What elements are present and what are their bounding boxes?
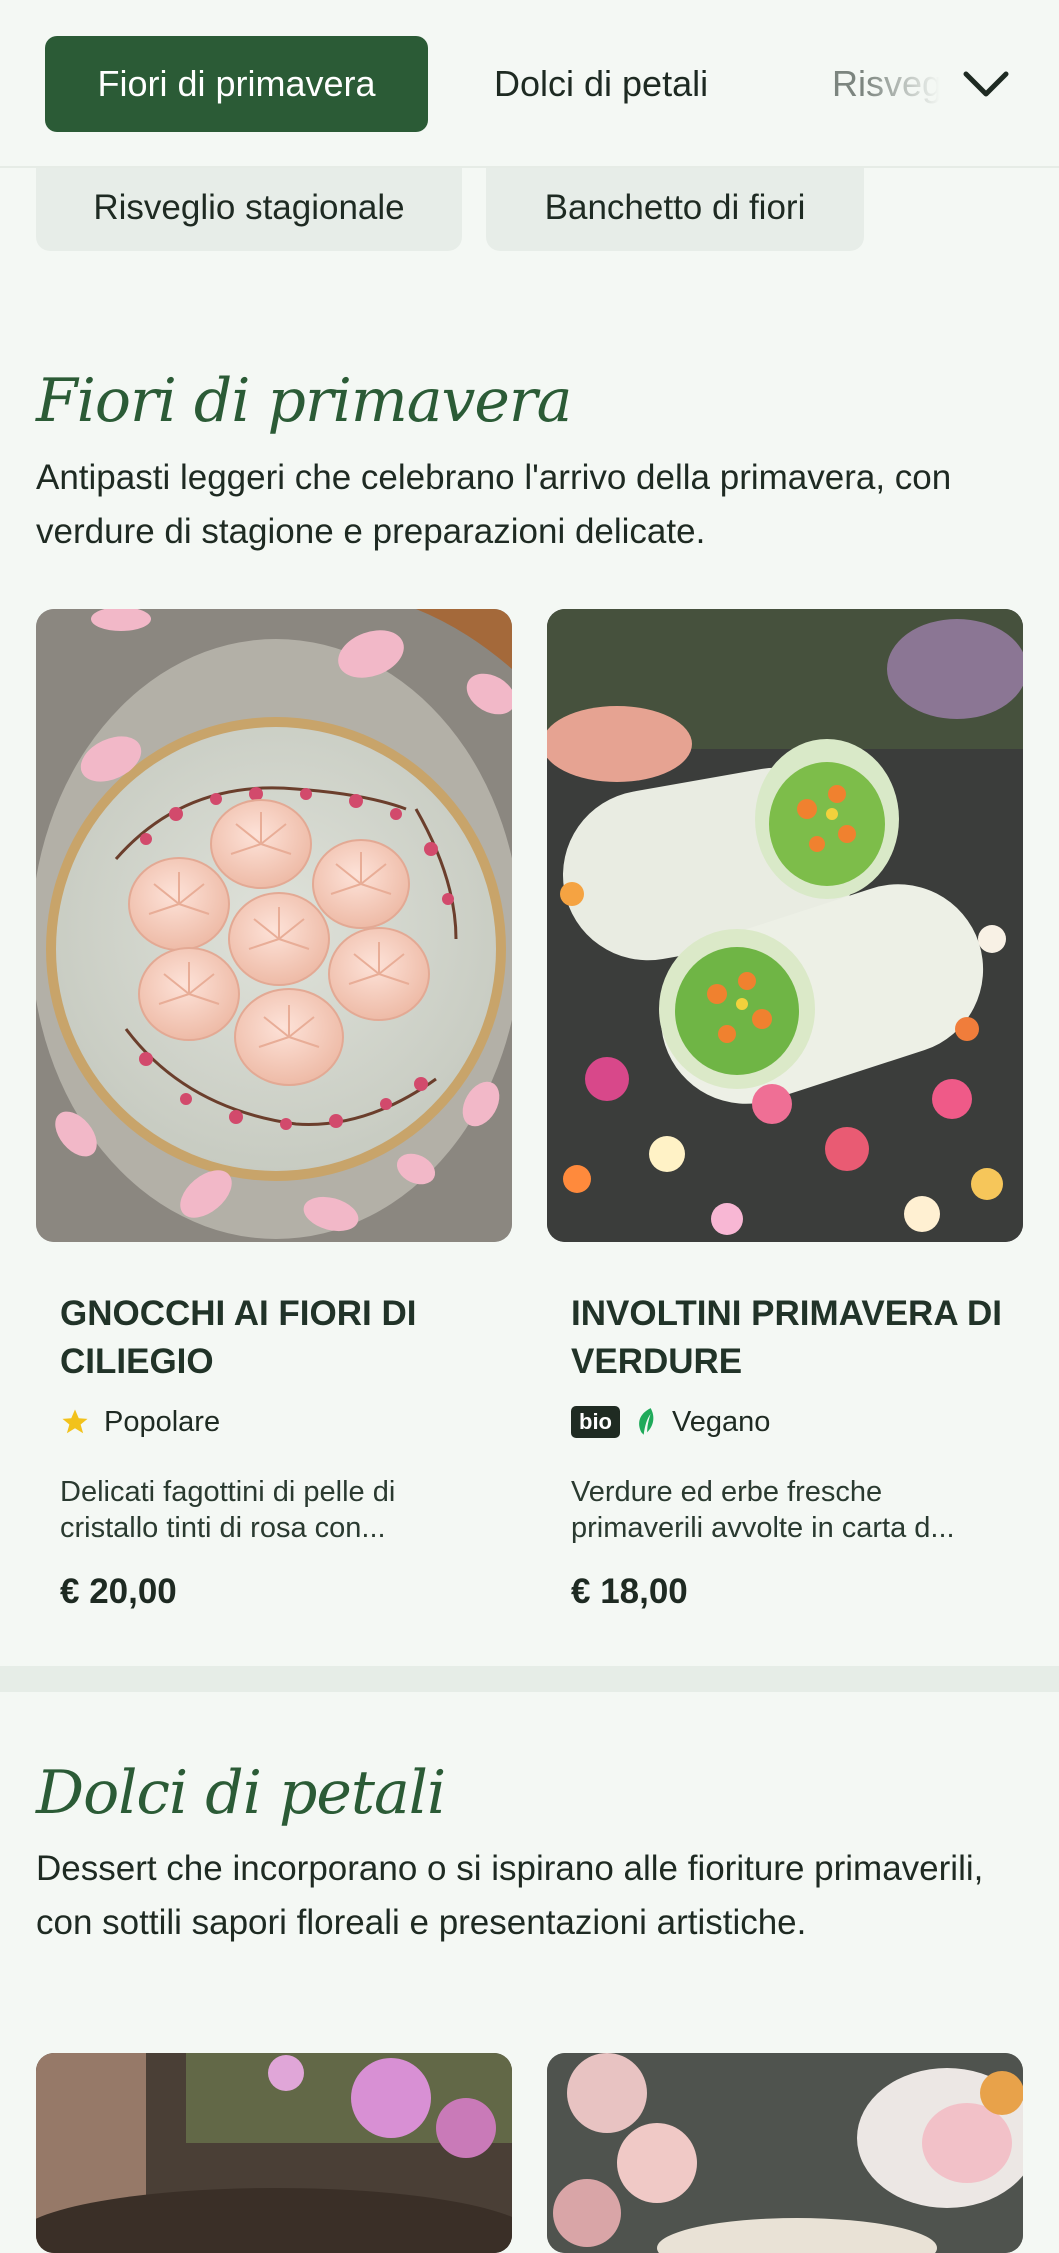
- dish-title[interactable]: INVOLTINI PRIMAVERA DI VERDURE: [571, 1290, 1011, 1386]
- dish-image-dessert-2[interactable]: [547, 2053, 1023, 2253]
- category-chip-row: Risveglio stagionale Banchetto di fiori: [0, 168, 1059, 252]
- dish-price: € 20,00: [60, 1572, 177, 1611]
- tab-risveglio-stagionale[interactable]: Risveglio stagionale: [790, 36, 940, 132]
- dish-title[interactable]: GNOCCHI AI FIORI DI CILIEGIO: [60, 1290, 500, 1386]
- section-title: Fiori di primavera: [36, 366, 572, 436]
- dish-tag-label: Vegano: [672, 1405, 771, 1438]
- dish-description: Delicati fagottini di pelle di cristallo…: [60, 1476, 396, 1544]
- section-description: Dessert che incorporano o si ispirano al…: [36, 1849, 984, 1942]
- dish-tags: Popolare: [60, 1402, 220, 1442]
- dish-tags: bio Vegano: [571, 1402, 770, 1442]
- chevron-down-icon[interactable]: [958, 56, 1014, 112]
- chip-risveglio-stagionale[interactable]: Risveglio stagionale: [36, 168, 462, 251]
- dish-image-involtini[interactable]: [547, 609, 1023, 1242]
- category-nav: Fiori di primavera Dolci di petali Risve…: [0, 0, 1059, 168]
- star-icon: [62, 1409, 88, 1434]
- dish-description: Verdure ed erbe fresche primaverili avvo…: [571, 1476, 955, 1544]
- section-divider: [0, 1666, 1059, 1692]
- leaf-icon: [639, 1408, 654, 1435]
- chip-banchetto-di-fiori[interactable]: Banchetto di fiori: [486, 168, 864, 251]
- section-title: Dolci di petali: [36, 1758, 446, 1828]
- dish-image-gnocchi[interactable]: [36, 609, 512, 1242]
- dessert-illustration: [36, 2053, 512, 2253]
- bio-badge: bio: [571, 1406, 620, 1438]
- dessert-illustration: [547, 2053, 1023, 2253]
- dish-price: € 18,00: [571, 1572, 688, 1611]
- spring-roll-illustration: [547, 609, 1023, 1242]
- section-description: Antipasti leggeri che celebrano l'arrivo…: [36, 458, 952, 551]
- tab-dolci-di-petali[interactable]: Dolci di petali: [452, 36, 750, 132]
- dish-image-dessert-1[interactable]: [36, 2053, 512, 2253]
- tab-fiori-di-primavera[interactable]: Fiori di primavera: [45, 36, 428, 132]
- dish-tag-label: Popolare: [104, 1405, 221, 1438]
- dumpling-plate-illustration: [36, 609, 512, 1242]
